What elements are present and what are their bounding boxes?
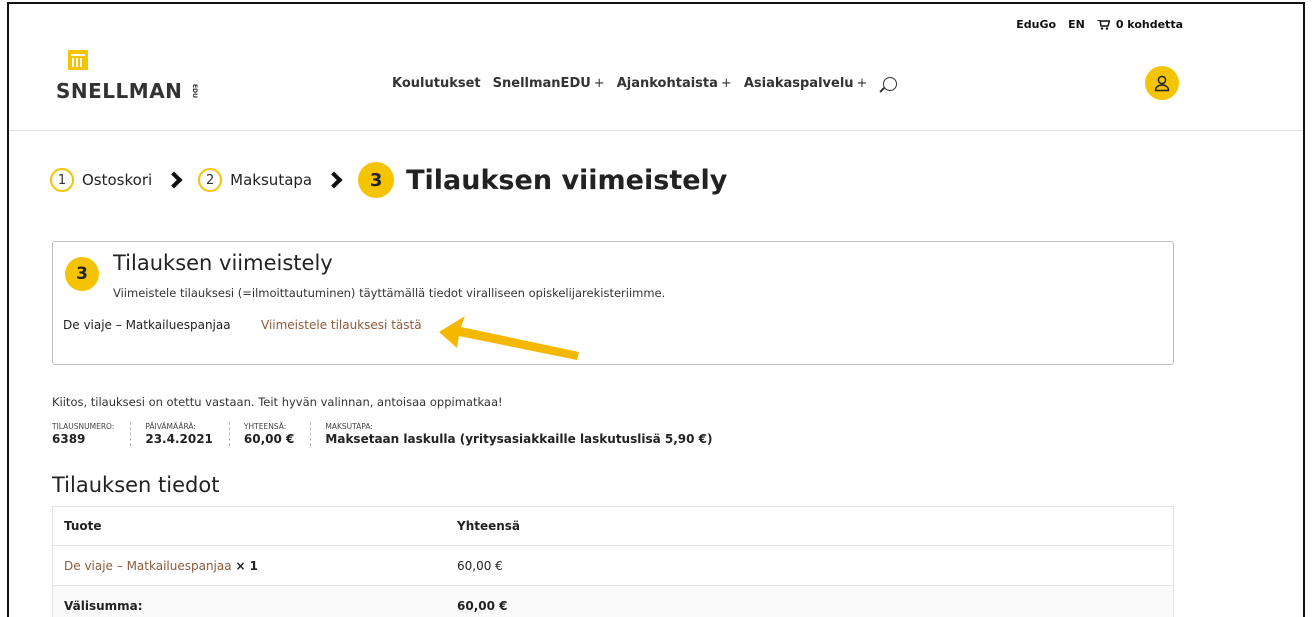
thank-you-message: Kiitos, tilauksesi on otettu vastaan. Te… [52,395,503,409]
user-icon [1154,75,1170,92]
logo-text: SNELLMAN [56,79,183,103]
table-header-row: Tuote Yhteensä [53,507,1173,546]
nav-item-koulutukset[interactable]: Koulutukset [392,76,481,91]
notice-product: De viaje – Matkailuespanjaa [63,318,231,332]
plus-icon: + [720,76,732,91]
table-row: Välisumma: 60,00 € [53,586,1173,617]
nav-item-asiakaspalvelu[interactable]: Asiakaspalvelu + [744,76,868,91]
table-row: De viaje – Matkailuespanjaa × 1 60,00 € [53,546,1173,586]
finalize-order-link[interactable]: Viimeistele tilauksesi tästä [261,318,422,332]
order-date: Päivämäärä: 23.4.2021 [145,422,230,446]
order-details-title: Tilauksen tiedot [52,473,220,497]
chevron-right-icon [165,171,183,189]
step-number: 2 [198,168,223,192]
order-number: Tilausnumero: 6389 [52,422,132,446]
step-number-active: 3 [358,162,395,198]
notice-description: Viimeistele tilauksesi (=ilmoittautumine… [113,286,666,300]
order-overview: Tilausnumero: 6389 Päivämäärä: 23.4.2021… [52,422,743,446]
finalize-notice: 3 Tilauksen viimeistely Viimeistele tila… [52,241,1174,365]
nav-item-snellmanedu[interactable]: SnellmanEDU + [493,76,605,91]
notice-title: Tilauksen viimeistely [113,251,333,275]
search-icon[interactable] [883,76,898,91]
main-nav: Koulutukset SnellmanEDU + Ajankohtaista + … [392,76,898,91]
top-bar: EduGo EN 0 kohdetta [1016,18,1183,31]
product-link[interactable]: De viaje – Matkailuespanjaa [64,559,232,573]
plus-icon: + [856,76,868,91]
chevron-right-icon [325,171,343,189]
subtotal-label: Välisumma: [64,598,143,613]
account-button[interactable] [1145,66,1179,100]
pointer-arrow-icon [439,316,579,360]
order-details-table: Tuote Yhteensä De viaje – Matkailuespanj… [52,506,1174,617]
product-quantity: × 1 [235,558,259,573]
step-label-payment[interactable]: Maksutapa [230,171,312,189]
order-total: Yhteensä: 60,00 € [244,422,312,446]
column-header-total: Yhteensä [457,519,521,533]
nav-item-ajankohtaista[interactable]: Ajankohtaista + [617,76,732,91]
cart-link[interactable]: 0 kohdetta [1096,18,1183,31]
header-divider [9,130,1303,131]
column-header-product: Tuote [64,519,102,533]
browser-frame: EduGo EN 0 kohdetta SNELLMAN EDU Koulutu… [7,2,1305,617]
notice-step-number: 3 [65,257,99,291]
cart-count: 0 kohdetta [1115,18,1183,31]
language-switch[interactable]: EN [1068,18,1085,31]
step-label-cart[interactable]: Ostoskori [82,171,152,189]
step-number: 1 [50,168,74,192]
product-total: 60,00 € [457,558,503,573]
logo-mark-icon [68,50,88,70]
subtotal-value: 60,00 € [457,598,508,613]
step-label-finalize: Tilauksen viimeistely [406,164,728,196]
plus-icon: + [593,76,605,91]
payment-method: Maksutapa: Maksetaan laskulla (yritysasi… [325,422,713,446]
edugo-link[interactable]: EduGo [1016,18,1056,31]
logo-suffix: EDU [191,84,198,98]
checkout-steps: 1 Ostoskori 2 Maksutapa 3 Tilauksen viim… [50,162,727,198]
cart-icon [1096,19,1110,30]
